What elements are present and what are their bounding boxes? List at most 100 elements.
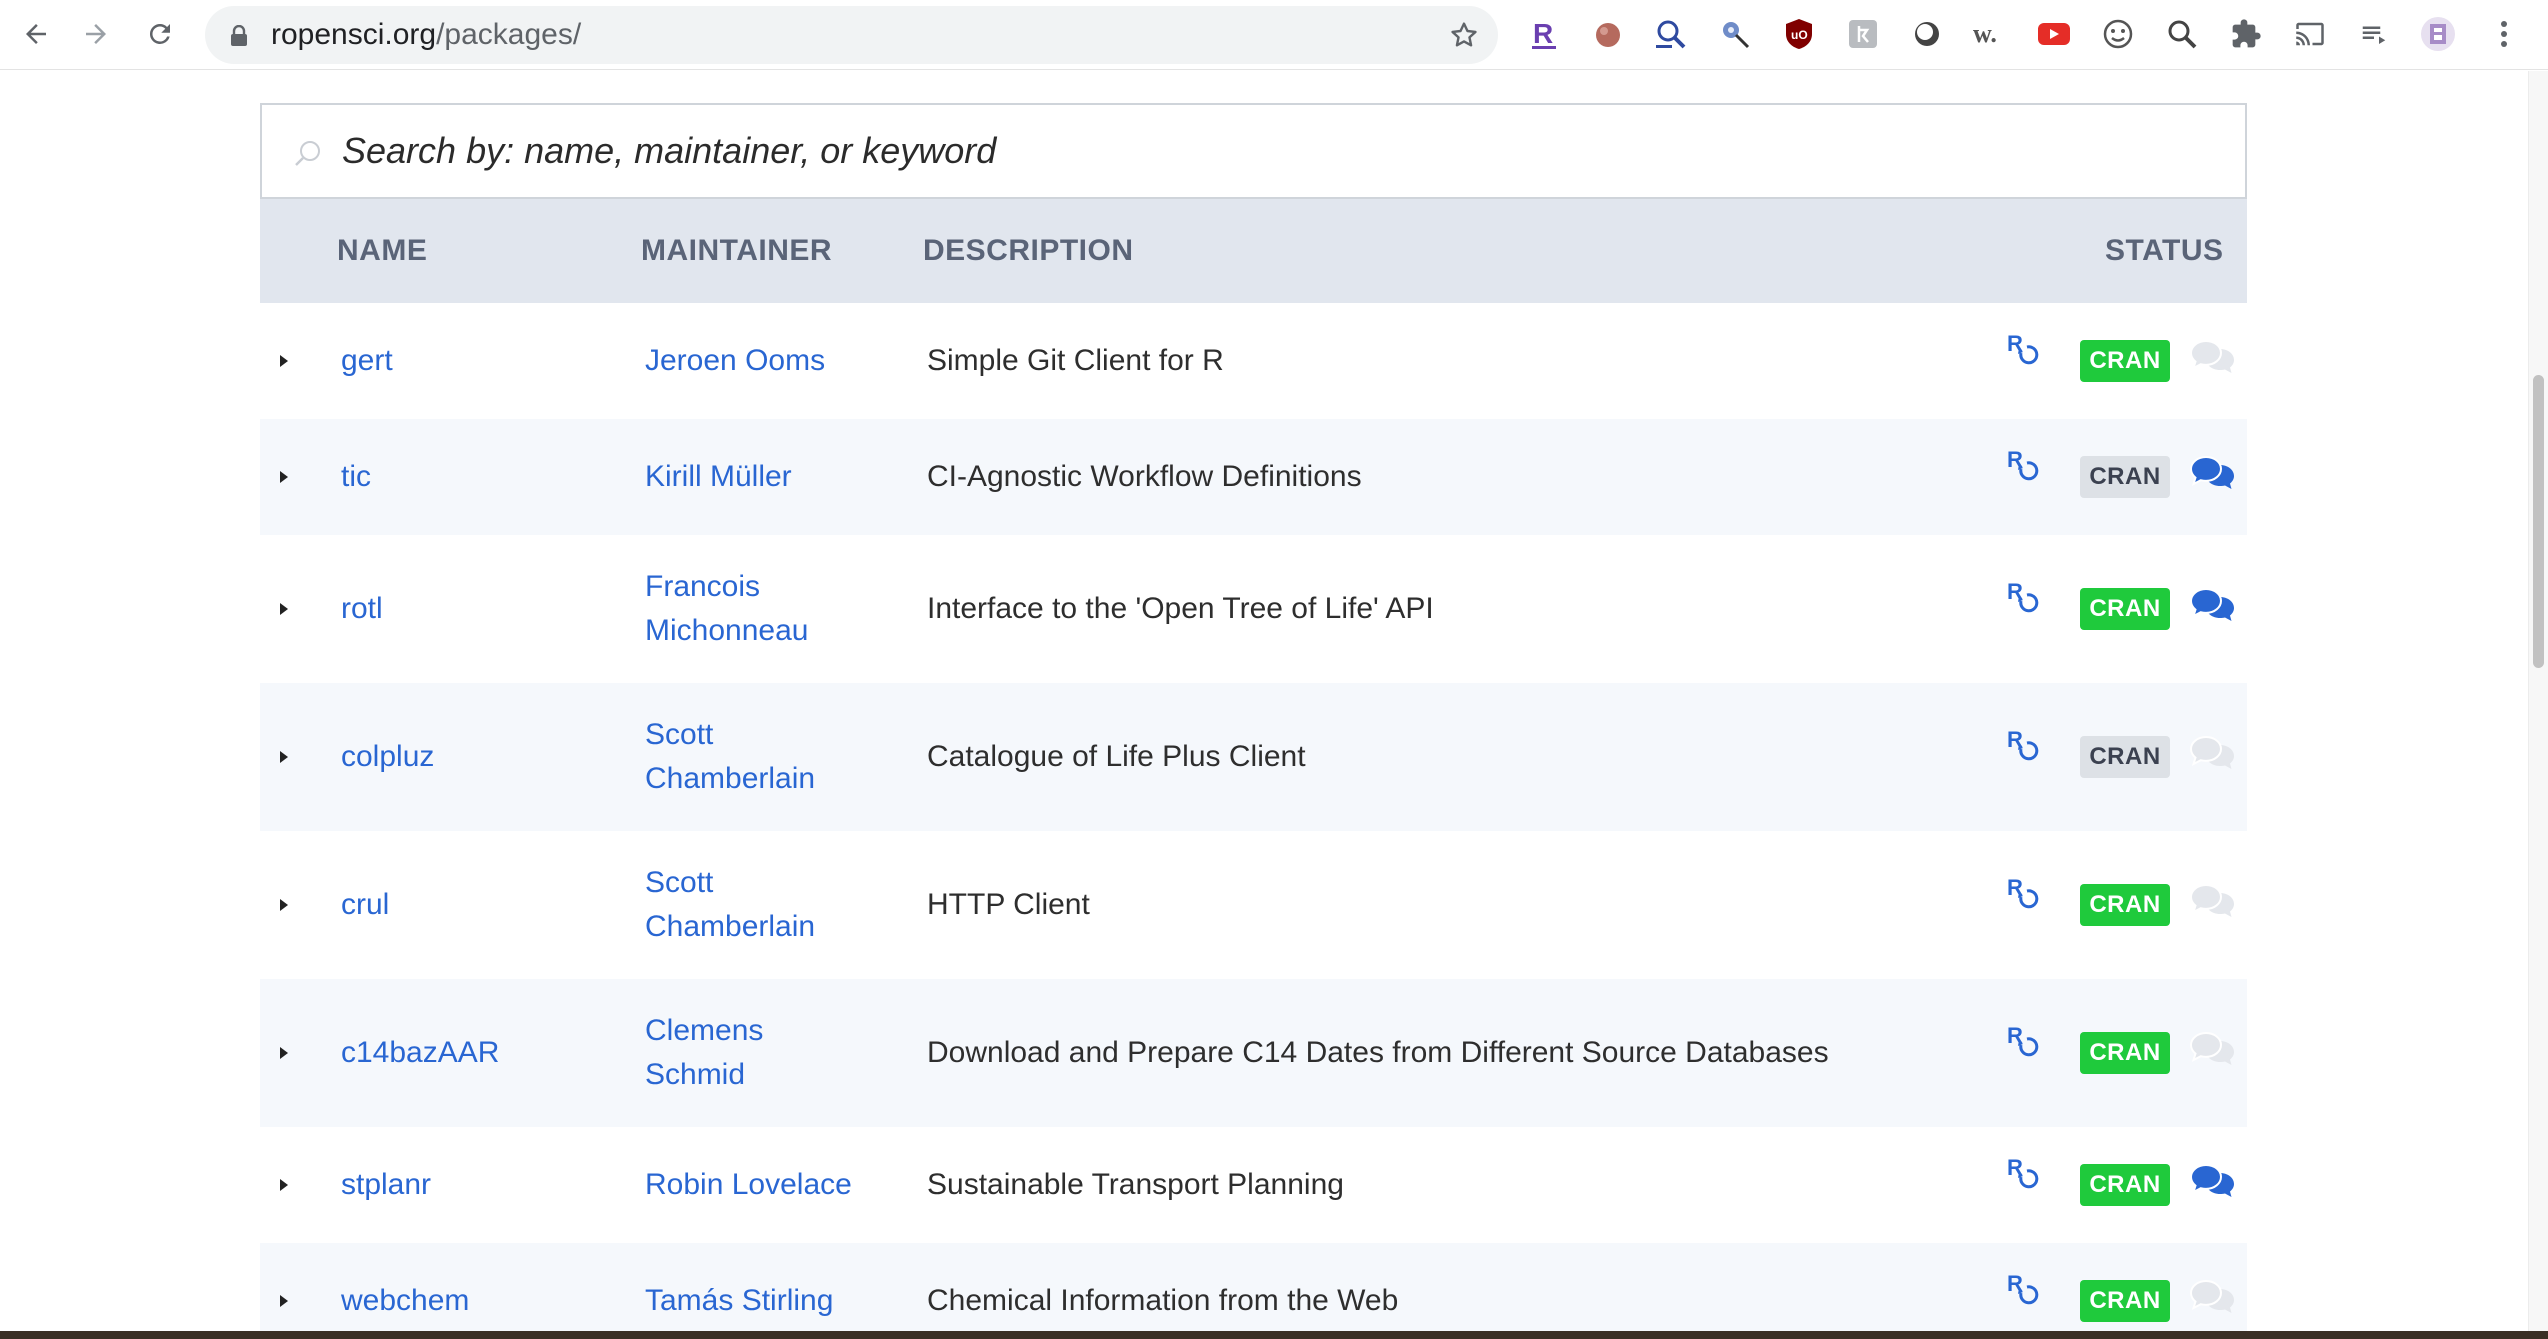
svg-text:w.: w. [1973,19,1997,48]
package-name-link[interactable]: colpluz [341,740,434,774]
browser-toolbar: ropensci.org/packages/ R uO w. [0,0,2548,70]
hieroglyph-extension-icon[interactable] [1844,15,1882,53]
satellite-extension-icon[interactable] [1716,15,1754,53]
package-description: HTTP Client [927,888,1090,921]
youtube-extension-icon[interactable] [2035,15,2073,53]
r-extension-icon[interactable]: R [1525,15,1563,53]
packages-page: NAME MAINTAINER DESCRIPTION STATUS gert J… [0,71,2528,1331]
table-row[interactable]: rotl Francois Michonneau Interface to the … [260,535,2247,683]
table-row[interactable]: webchem Tamás Stirling Chemical Informatio… [260,1243,2247,1331]
address-bar[interactable]: ropensci.org/packages/ [205,6,1498,64]
caret-right-icon[interactable] [272,745,296,769]
scrollbar-thumb[interactable] [2533,375,2544,668]
zoom-magnifier-icon[interactable] [1652,15,1690,53]
reload-button[interactable] [140,14,180,54]
cran-status-badge[interactable]: CRAN [2080,340,2170,382]
search-extension-icon[interactable] [2163,15,2201,53]
package-name-link[interactable]: stplanr [341,1168,431,1202]
forward-button[interactable] [76,14,116,54]
caret-right-icon[interactable] [272,893,296,917]
caret-right-icon[interactable] [272,349,296,373]
cran-status-badge[interactable]: CRAN [2080,736,2170,778]
package-name-link[interactable]: c14bazAAR [341,1036,499,1070]
ro-docs-icon[interactable]: R [2007,727,2041,763]
chat-bubbles-icon[interactable] [2189,587,2236,623]
chat-bubbles-icon[interactable] [2189,883,2236,919]
reading-list-icon[interactable] [2355,15,2393,53]
package-description: Simple Git Client for R [927,344,1224,377]
maintainer-link[interactable]: Francois Michonneau [645,565,845,653]
cast-icon[interactable] [2291,15,2329,53]
ublock-icon[interactable]: uO [1780,15,1818,53]
url-path: /packages/ [436,18,582,51]
chat-bubbles-icon[interactable] [2189,339,2236,375]
ro-docs-icon[interactable]: R [2007,1271,2041,1307]
puzzle-extensions-icon[interactable] [2227,15,2265,53]
cran-status-badge[interactable]: CRAN [2080,1280,2170,1322]
chat-bubbles-icon[interactable] [2189,1031,2236,1067]
maintainer-link[interactable]: Robin Lovelace [645,1163,905,1207]
table-row[interactable]: stplanr Robin Lovelace Sustainable Transpo… [260,1127,2247,1243]
ro-docs-icon[interactable]: R [2007,447,2041,483]
package-name-link[interactable]: rotl [341,592,383,626]
svg-text:uO: uO [1791,28,1808,42]
package-description: Download and Prepare C14 Dates from Diff… [927,1036,1829,1069]
svg-text:R: R [1533,18,1553,49]
header-description[interactable]: DESCRIPTION [923,199,1134,303]
menu-kebab-icon[interactable] [2485,15,2523,53]
ro-docs-icon[interactable]: R [2007,579,2041,615]
window-bottom-edge [0,1331,2548,1339]
maintainer-link[interactable]: Jeroen Ooms [645,339,905,383]
arrow-right-icon [86,24,106,44]
maintainer-link[interactable]: Clemens Schmid [645,1009,845,1097]
cran-status-badge[interactable]: CRAN [2080,1164,2170,1206]
scrollbar[interactable] [2528,71,2548,1339]
cran-status-badge[interactable]: CRAN [2080,884,2170,926]
w-extension-icon[interactable]: w. [1971,15,2009,53]
caret-right-icon[interactable] [272,1289,296,1313]
cran-status-badge[interactable]: CRAN [2080,1032,2170,1074]
circle-extension-icon[interactable] [1908,15,1946,53]
header-name[interactable]: NAME [337,199,427,303]
smiley-extension-icon[interactable] [2099,15,2137,53]
header-status[interactable]: STATUS [2105,199,2224,303]
maintainer-link[interactable]: Scott Chamberlain [645,861,845,949]
search-input[interactable] [342,105,2192,197]
maintainer-link[interactable]: Tamás Stirling [645,1279,905,1323]
cran-status-badge[interactable]: CRAN [2080,588,2170,630]
ro-docs-icon[interactable]: R [2007,331,2041,367]
header-maintainer[interactable]: MAINTAINER [641,199,832,303]
table-row[interactable]: crul Scott Chamberlain HTTP Client R CRAN [260,831,2247,979]
chat-bubbles-icon[interactable] [2189,1163,2236,1199]
table-header: NAME MAINTAINER DESCRIPTION STATUS [260,199,2247,303]
ro-docs-icon[interactable]: R [2007,1155,2041,1191]
table-row[interactable]: tic Kirill Müller CI-Agnostic Workflow Def… [260,419,2247,535]
url-host: ropensci.org [271,18,437,51]
tomato-extension-icon[interactable] [1589,15,1627,53]
caret-right-icon[interactable] [272,465,296,489]
ro-docs-icon[interactable]: R [2007,875,2041,911]
arrow-left-icon [26,24,46,44]
package-name-link[interactable]: gert [341,344,393,378]
maintainer-link[interactable]: Scott Chamberlain [645,713,845,801]
chat-bubbles-icon[interactable] [2189,455,2236,491]
caret-right-icon[interactable] [272,1173,296,1197]
maintainer-link[interactable]: Kirill Müller [645,455,905,499]
table-row[interactable]: gert Jeroen Ooms Simple Git Client for R R C… [260,303,2247,419]
ro-docs-icon[interactable]: R [2007,1023,2041,1059]
caret-right-icon[interactable] [272,597,296,621]
cran-status-badge[interactable]: CRAN [2080,456,2170,498]
chat-bubbles-icon[interactable] [2189,735,2236,771]
back-button[interactable] [16,14,56,54]
profile-avatar-icon[interactable] [2419,15,2457,53]
star-icon[interactable] [1448,19,1480,51]
table-row[interactable]: c14bazAAR Clemens Schmid Download and Prep… [260,979,2247,1127]
chat-bubbles-icon[interactable] [2189,1279,2236,1315]
package-name-link[interactable]: crul [341,888,389,922]
table-row[interactable]: colpluz Scott Chamberlain Catalogue of Lif… [260,683,2247,831]
package-search[interactable] [260,103,2247,199]
caret-right-icon[interactable] [272,1041,296,1065]
reload-icon [149,23,170,44]
package-name-link[interactable]: tic [341,460,371,494]
package-name-link[interactable]: webchem [341,1284,469,1318]
